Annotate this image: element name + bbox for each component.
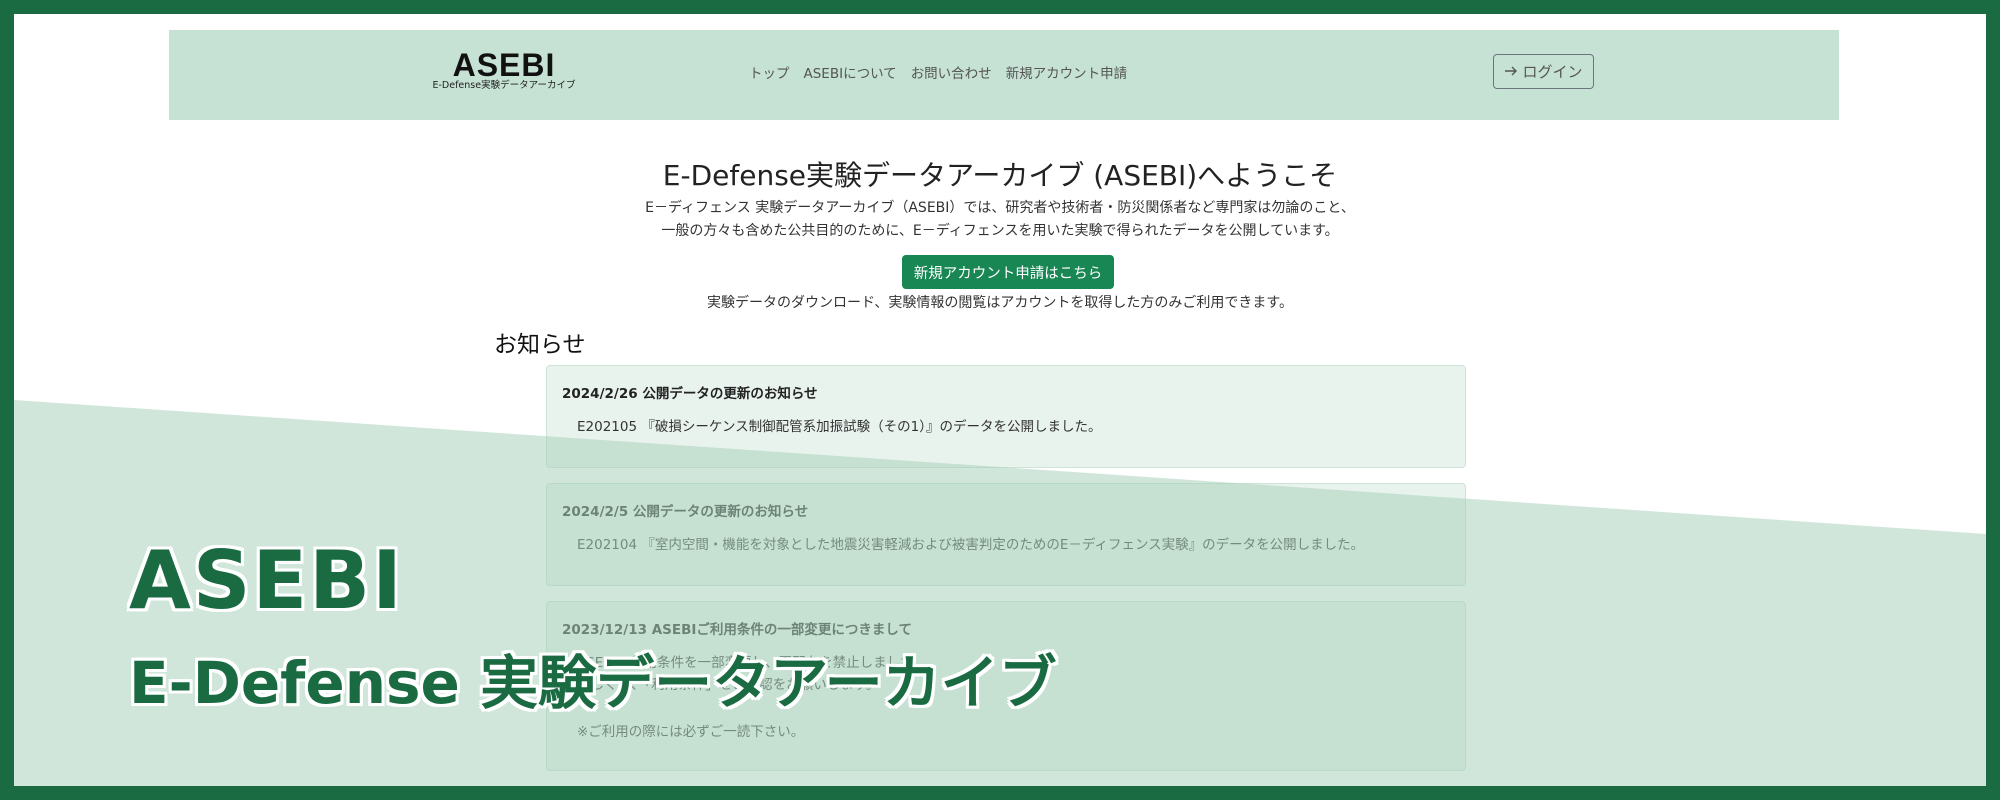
- news-card-body: E202105 『破損シーケンス制御配管系加振試験（その1）』のデータを公開しま…: [577, 419, 1102, 435]
- nav-link-contact[interactable]: お問い合わせ: [911, 62, 992, 82]
- news-card-title: 2023/12/13 ASEBIご利用条件の一部変更につきまして: [562, 622, 913, 638]
- page-frame: ASEBI E-Defense実験データアーカイブ トップ ASEBIについて …: [14, 14, 1986, 786]
- nav-link-about[interactable]: ASEBIについて: [804, 62, 897, 82]
- hero-subtitle: E-Defense 実験データアーカイブ: [129, 649, 1057, 717]
- news-card-note: ※ご利用の際には必ずご一読下さい。: [577, 724, 805, 740]
- news-card: 2024/2/5 公開データの更新のお知らせ E202104 『室内空間・機能を…: [546, 483, 1466, 586]
- welcome-desc-line-2: 一般の方々も含めた公共目的のために、E－ディフェンスを用いた実験で得られたデータ…: [661, 223, 1339, 239]
- login-label: ログイン: [1522, 63, 1583, 81]
- nav-links: トップ ASEBIについて お問い合わせ 新規アカウント申請: [749, 62, 1127, 82]
- nav-link-top[interactable]: トップ: [749, 62, 790, 82]
- news-card-title: 2024/2/26 公開データの更新のお知らせ: [562, 386, 818, 402]
- site-logo[interactable]: ASEBI E-Defense実験データアーカイブ: [429, 47, 579, 92]
- news-heading: お知らせ: [494, 332, 586, 358]
- welcome-title: E-Defense実験データアーカイブ (ASEBI)へようこそ: [662, 159, 1338, 192]
- signup-button[interactable]: 新規アカウント申請はこちら: [902, 255, 1114, 289]
- welcome-description: E－ディフェンス 実験データアーカイブ（ASEBI）では、研究者や技術者・防災関…: [14, 197, 1986, 243]
- logo-main-text: ASEBI: [452, 47, 556, 83]
- news-card-title: 2024/2/5 公開データの更新のお知らせ: [562, 504, 809, 520]
- signup-note: 実験データのダウンロード、実験情報の閲覧はアカウントを取得した方のみご利用できま…: [706, 295, 1294, 311]
- logo-sub-text: E-Defense実験データアーカイブ: [432, 80, 576, 91]
- news-card-body: E202104 『室内空間・機能を対象とした地震災害軽減および被害判定のためのE…: [577, 537, 1365, 553]
- navbar: ASEBI E-Defense実験データアーカイブ トップ ASEBIについて …: [169, 30, 1839, 120]
- news-card: 2024/2/26 公開データの更新のお知らせ E202105 『破損シーケンス…: [546, 365, 1466, 468]
- hero-title: ASEBI: [129, 534, 404, 627]
- nav-link-signup[interactable]: 新規アカウント申請: [1006, 62, 1128, 82]
- arrow-right-icon: [1504, 63, 1518, 81]
- welcome-desc-line-1: E－ディフェンス 実験データアーカイブ（ASEBI）では、研究者や技術者・防災関…: [645, 200, 1355, 216]
- login-button[interactable]: ログイン: [1493, 54, 1594, 89]
